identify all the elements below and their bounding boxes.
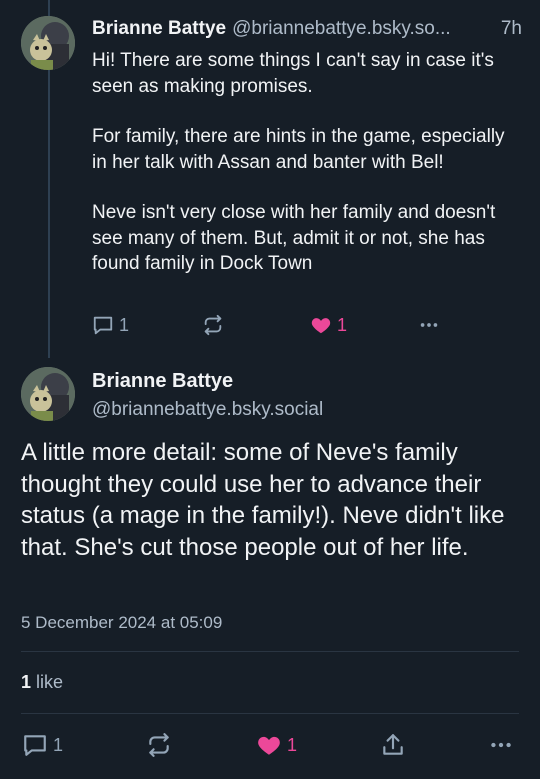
repost-button[interactable] (202, 314, 224, 336)
post-date: 5 December 2024 at 05:09 (21, 613, 223, 632)
repost-icon (202, 314, 224, 336)
comment-icon (22, 732, 48, 758)
share-icon (380, 732, 406, 758)
post-actions: 1 1 (22, 732, 520, 760)
likes-count: 1 (21, 672, 32, 692)
reply-paragraph: For family, there are hints in the game,… (92, 126, 505, 173)
more-button[interactable] (488, 732, 514, 758)
divider (21, 651, 519, 652)
post-time[interactable]: 7h (501, 16, 522, 42)
repost-button[interactable] (146, 732, 172, 758)
reply-button[interactable]: 1 (92, 314, 129, 336)
author-handle[interactable]: @briannebattye.bsky.social (92, 397, 323, 423)
reply-text: Hi! There are some things I can't say in… (92, 48, 522, 277)
like-count: 1 (337, 314, 348, 335)
author-name[interactable]: Brianne Battye (92, 368, 233, 394)
reply-button[interactable]: 1 (22, 732, 63, 758)
author-name[interactable]: Brianne Battye (92, 16, 226, 42)
likes-label: like (36, 672, 64, 692)
reply-actions: 1 1 (92, 314, 522, 340)
like-button[interactable]: 1 (310, 314, 347, 336)
like-count: 1 (287, 734, 298, 755)
post-text: A little more detail: some of Neve's fam… (21, 439, 505, 561)
repost-icon (146, 732, 172, 758)
avatar[interactable] (21, 16, 75, 70)
share-button[interactable] (380, 732, 406, 758)
heart-icon (256, 732, 282, 758)
likes-summary[interactable]: 1 like (21, 672, 63, 693)
like-button[interactable]: 1 (256, 732, 297, 758)
reply-paragraph: Hi! There are some things I can't say in… (92, 50, 494, 97)
reply-count: 1 (53, 734, 64, 755)
thread-line (48, 80, 50, 358)
more-icon (488, 732, 514, 758)
reply-paragraph: Neve isn't very close with her family an… (92, 202, 496, 274)
reply-count: 1 (119, 314, 130, 335)
comment-icon (92, 314, 114, 336)
more-icon (418, 314, 440, 336)
divider (21, 713, 519, 714)
more-button[interactable] (418, 314, 440, 336)
avatar[interactable] (21, 367, 75, 421)
heart-icon (310, 314, 332, 336)
author-handle[interactable]: @briannebattye.bsky.so... (232, 16, 497, 42)
reply-header: Brianne Battye @briannebattye.bsky.so...… (92, 16, 522, 42)
